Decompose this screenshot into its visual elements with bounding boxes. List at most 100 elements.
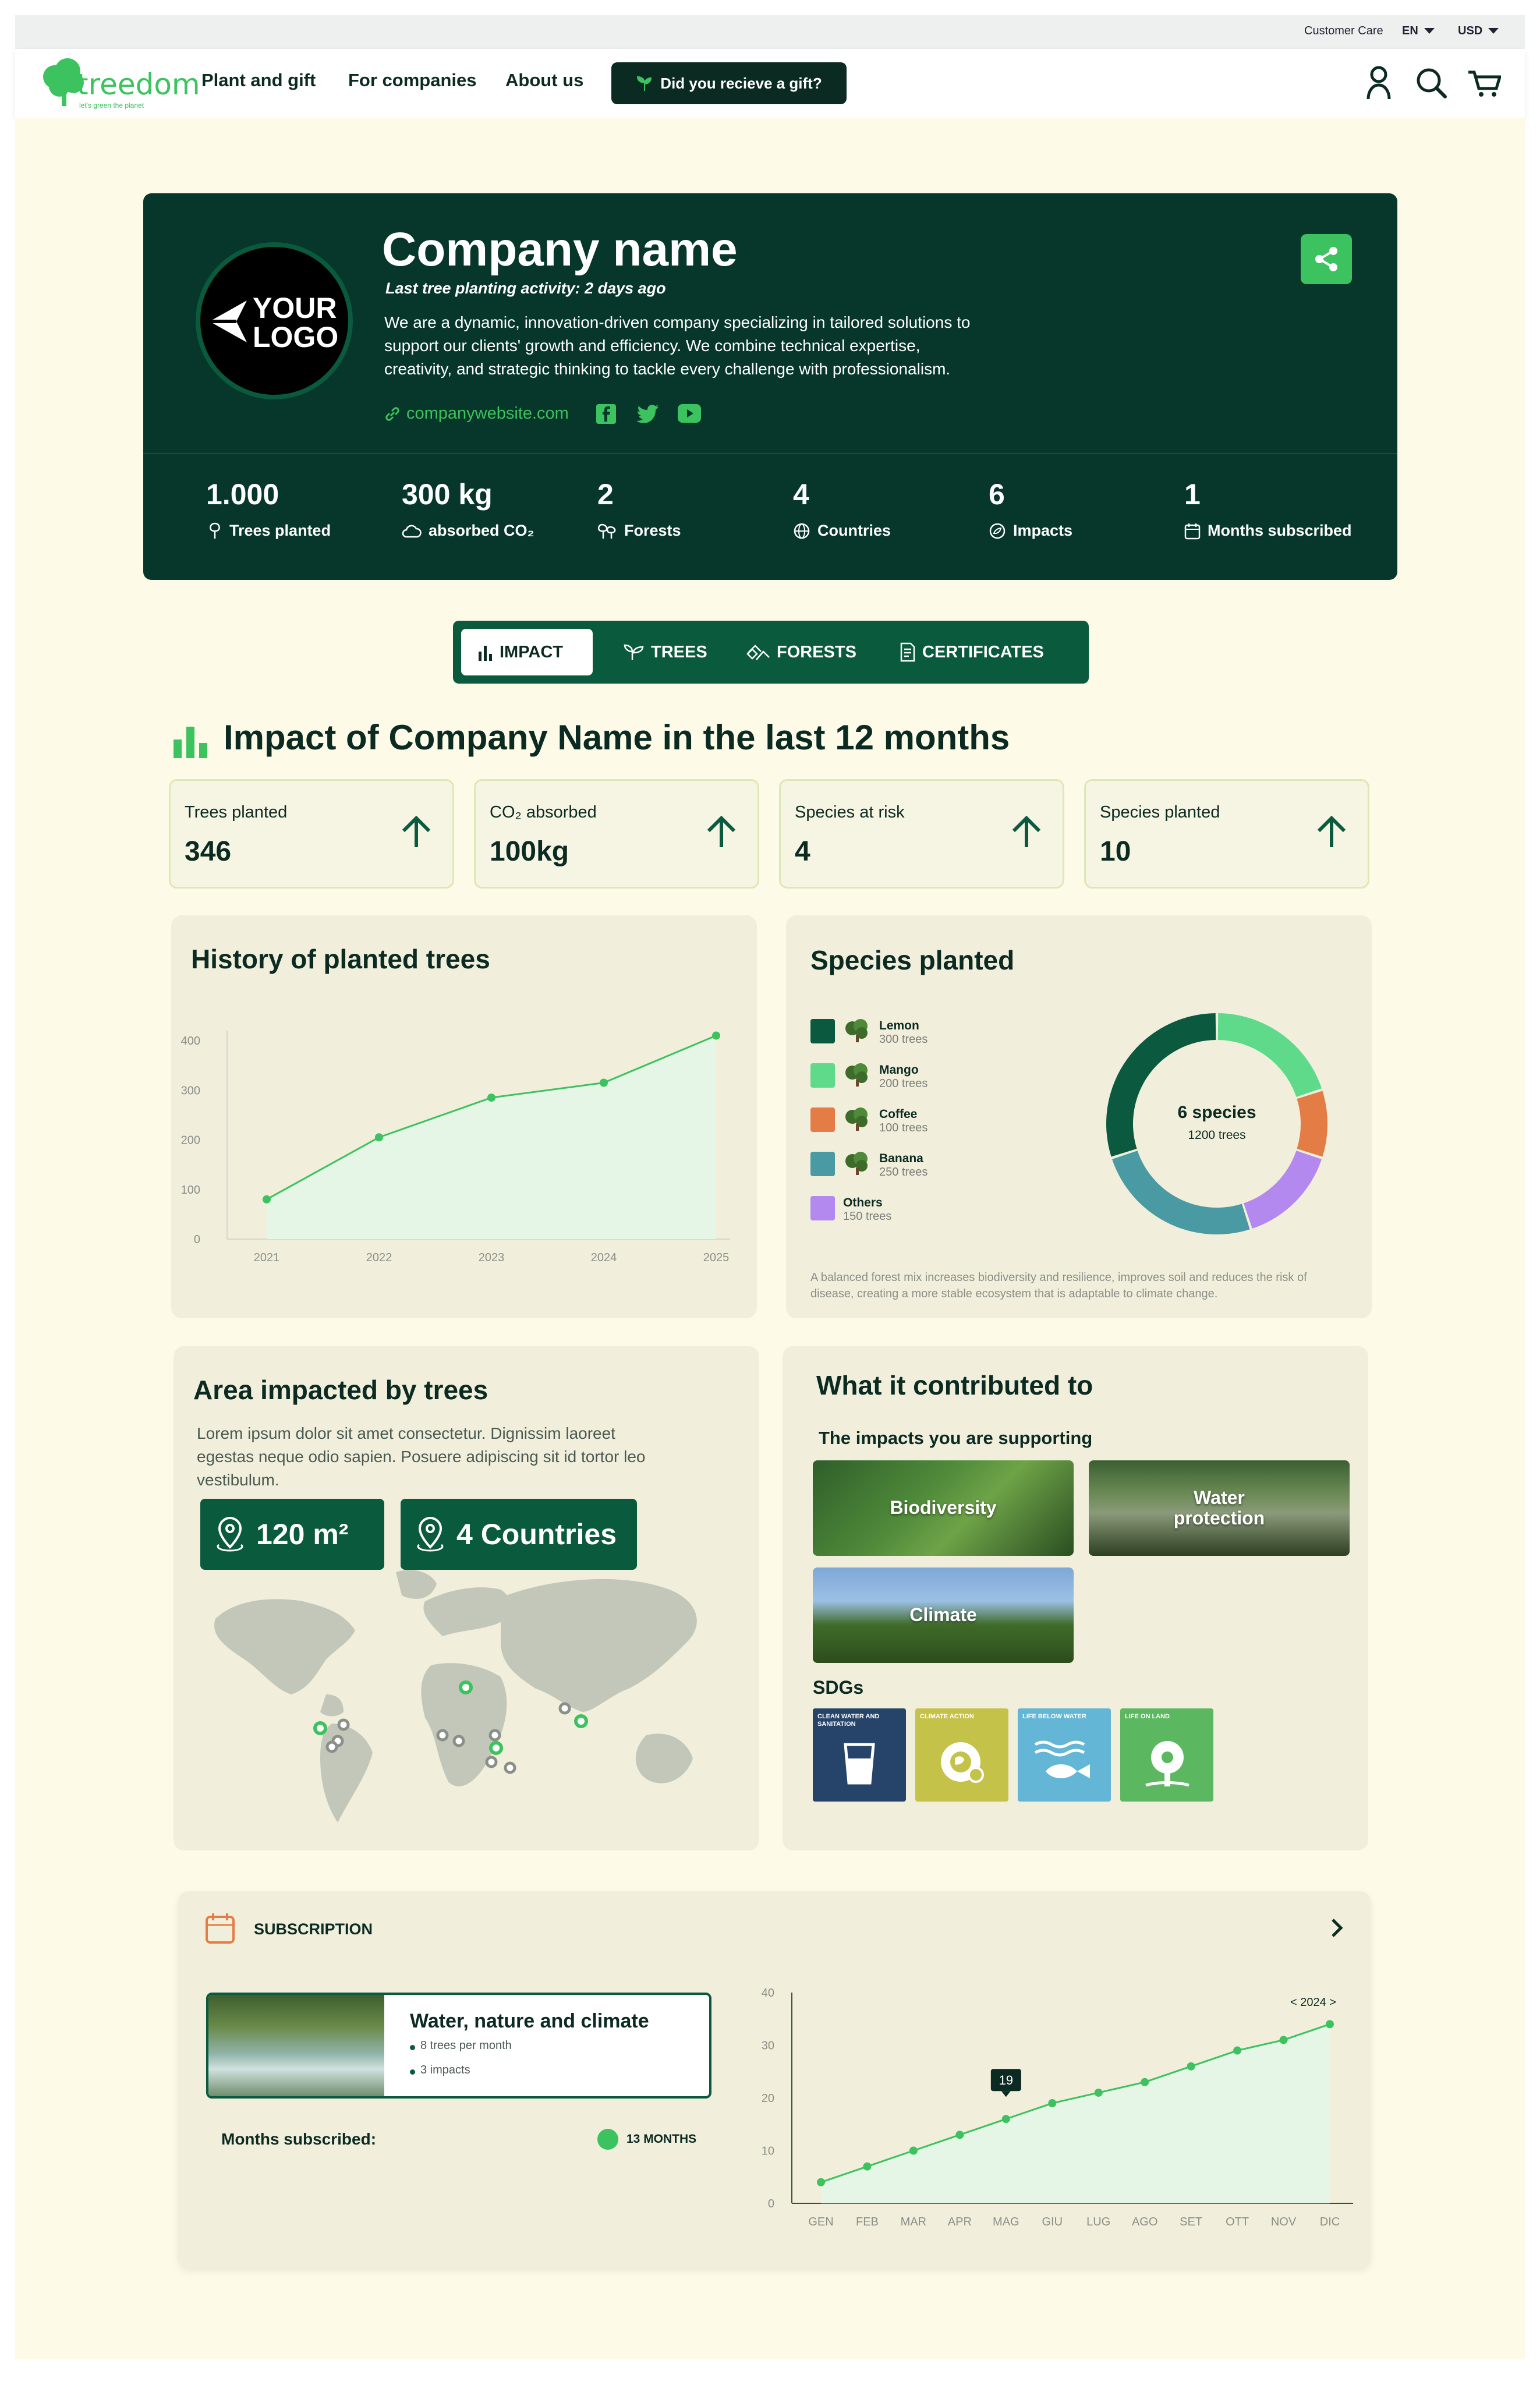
impact-biodiversity-tile[interactable]: Biodiversity bbox=[813, 1460, 1074, 1556]
y-tick-label: 10 bbox=[762, 2145, 774, 2158]
tree-icon bbox=[845, 1063, 868, 1087]
legend-swatch bbox=[810, 1196, 835, 1220]
kpi-label: Species planted bbox=[1100, 803, 1220, 822]
legend-species-name: Coffee bbox=[879, 1107, 918, 1121]
nav-for-companies[interactable]: For companies bbox=[348, 70, 477, 91]
map-marker-active[interactable] bbox=[574, 1714, 588, 1728]
website-link[interactable]: companywebsite.com bbox=[384, 404, 569, 423]
nav-about-us[interactable]: About us bbox=[505, 70, 583, 91]
x-tick-label: NOV bbox=[1271, 2216, 1297, 2228]
subscription-point bbox=[817, 2178, 825, 2186]
legend-item-coffee: Coffee 100 trees bbox=[810, 1107, 927, 1135]
map-marker-active[interactable] bbox=[459, 1680, 473, 1694]
map-marker[interactable] bbox=[488, 1729, 501, 1742]
impact-label: Climate bbox=[909, 1604, 977, 1626]
map-marker[interactable] bbox=[337, 1718, 350, 1731]
months-subscribed-label: Months subscribed: bbox=[221, 2130, 377, 2148]
legend-text: Others 150 trees bbox=[843, 1196, 891, 1223]
x-tick-label: GEN bbox=[808, 2216, 833, 2228]
share-icon bbox=[1315, 247, 1337, 271]
tooltip-pointer bbox=[1001, 2091, 1011, 2097]
treedom-logo[interactable]: treedom let's green the planet bbox=[41, 57, 200, 109]
kpi-species-at-risk: Species at risk 4 bbox=[779, 779, 1064, 889]
sdg-clean-water[interactable]: CLEAN WATER AND SANITATION bbox=[813, 1708, 906, 1802]
stat-trees-label: Trees planted bbox=[229, 522, 331, 539]
tree-icon bbox=[210, 522, 220, 539]
legend-item-banana: Banana 250 trees bbox=[810, 1152, 927, 1179]
stat-countries-value: 4 bbox=[793, 478, 809, 511]
sdg-life-below-water[interactable]: LIFE BELOW WATER bbox=[1018, 1708, 1111, 1802]
impact-water-tile[interactable]: Water protection bbox=[1089, 1460, 1350, 1556]
map-marker[interactable] bbox=[558, 1702, 571, 1715]
stat-impacts-label: Impacts bbox=[1013, 522, 1073, 539]
user-icon[interactable] bbox=[1366, 65, 1392, 100]
species-title: Species planted bbox=[810, 945, 1015, 975]
sdg-climate-action[interactable]: CLIMATE ACTION bbox=[915, 1708, 1008, 1802]
subscription-point bbox=[909, 2146, 918, 2155]
certificate-icon bbox=[900, 642, 915, 662]
top-utility-bar: Customer Care EN USD bbox=[15, 15, 1525, 49]
youtube-icon[interactable] bbox=[678, 404, 701, 423]
main-navbar: treedom let's green the planet Plant and… bbox=[15, 49, 1525, 118]
species-note: A balanced forest mix increases biodiver… bbox=[810, 1271, 1307, 1300]
chevron-right-icon[interactable] bbox=[1330, 1918, 1344, 1938]
stat-trees: Trees planted bbox=[207, 522, 331, 540]
stat-impacts: Impacts bbox=[989, 522, 1072, 540]
map-marker[interactable] bbox=[485, 1756, 498, 1768]
months-subscribed-value: 13 MONTHS bbox=[626, 2132, 697, 2146]
kpi-species-planted: Species planted 10 bbox=[1084, 779, 1369, 889]
calendar-icon bbox=[206, 1913, 235, 1944]
map-marker-active[interactable] bbox=[489, 1741, 503, 1755]
kpi-label: Trees planted bbox=[185, 803, 288, 822]
y-tick-label: 300 bbox=[181, 1084, 200, 1097]
map-marker[interactable] bbox=[436, 1729, 449, 1742]
plan-detail-trees: 8 trees per month bbox=[420, 2039, 512, 2052]
legend-swatch bbox=[810, 1152, 835, 1176]
customer-care-link[interactable]: Customer Care bbox=[1304, 24, 1383, 38]
impact-climate-tile[interactable]: Climate bbox=[813, 1567, 1074, 1663]
x-tick-label: MAR bbox=[901, 2216, 926, 2228]
arrow-up-icon bbox=[707, 816, 736, 847]
tab-forests[interactable]: FORESTS bbox=[746, 629, 856, 675]
contribution-subtitle: The impacts you are supporting bbox=[819, 1428, 1093, 1448]
gift-button[interactable]: Did you recieve a gift? bbox=[611, 62, 847, 104]
kpi-value: 100kg bbox=[490, 836, 569, 867]
twitter-icon[interactable] bbox=[637, 404, 659, 423]
tab-certificates[interactable]: CERTIFICATES bbox=[899, 629, 1044, 675]
location-pin-icon bbox=[417, 1516, 444, 1552]
subscription-point bbox=[1001, 2115, 1010, 2124]
x-tick-label: LUG bbox=[1086, 2216, 1110, 2228]
water-glass-icon bbox=[844, 1743, 875, 1785]
subscription-point bbox=[955, 2131, 964, 2139]
tab-forests-label: FORESTS bbox=[777, 642, 856, 661]
search-icon[interactable] bbox=[1415, 66, 1447, 99]
history-area bbox=[267, 1035, 716, 1239]
language-selector[interactable]: EN bbox=[1402, 24, 1418, 38]
subscription-plan-card[interactable]: Water, nature and climate 8 trees per mo… bbox=[206, 1993, 711, 2099]
arrow-up-icon bbox=[1012, 816, 1041, 847]
sdg-life-on-land[interactable]: LIFE ON LAND bbox=[1120, 1708, 1213, 1802]
y-tick-label: 40 bbox=[762, 1987, 774, 2000]
map-marker-active[interactable] bbox=[313, 1721, 327, 1735]
map-marker[interactable] bbox=[452, 1735, 465, 1747]
map-marker[interactable] bbox=[325, 1740, 338, 1753]
facebook-icon[interactable] bbox=[596, 404, 616, 424]
nav-plant-and-gift[interactable]: Plant and gift bbox=[201, 70, 316, 91]
share-button[interactable] bbox=[1301, 234, 1352, 284]
sdg-label: CLEAN WATER AND SANITATION bbox=[817, 1713, 880, 1728]
legend-species-count: 200 trees bbox=[879, 1077, 928, 1090]
company-logo: YOUR LOGO bbox=[196, 242, 353, 399]
kpi-label: CO₂ absorbed bbox=[490, 803, 597, 822]
cart-icon[interactable] bbox=[1467, 69, 1501, 98]
map-marker[interactable] bbox=[504, 1761, 516, 1774]
tab-trees[interactable]: TREES bbox=[623, 629, 707, 675]
tab-impact[interactable]: IMPACT bbox=[477, 629, 563, 675]
kpi-label: Species at risk bbox=[795, 803, 905, 822]
stat-months-label: Months subscribed bbox=[1208, 522, 1352, 539]
stat-co2-value: 300 kg bbox=[402, 478, 493, 511]
link-icon bbox=[385, 406, 399, 421]
months-dot bbox=[597, 2129, 618, 2150]
year-selector[interactable]: < 2024 > bbox=[1290, 1996, 1336, 2009]
legend-species-name: Banana bbox=[879, 1152, 923, 1165]
currency-selector[interactable]: USD bbox=[1458, 24, 1482, 38]
